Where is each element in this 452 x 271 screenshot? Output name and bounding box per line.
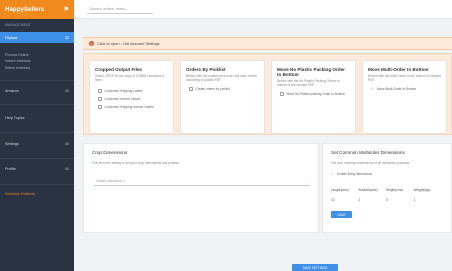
option-create-by-picklist[interactable]: Create orders by picklist	[181, 85, 264, 93]
sidebar-item-amazon[interactable]: Amazon All	[0, 86, 74, 95]
save-settings-button[interactable]: SAVE SETTINGS	[292, 264, 338, 271]
sidebar-item-count: All	[65, 88, 69, 93]
sidebar-item-label: Help Topics	[5, 115, 25, 120]
more-icon: ⋮	[304, 179, 308, 183]
card-cropped-output: Cropped Output Files Select CROP for the…	[89, 60, 174, 134]
banner-text: Click to open - Get Assured Settings	[97, 41, 160, 46]
sidebar-item-count: 32	[64, 35, 69, 40]
sidebar-divider	[0, 80, 74, 81]
sidebar-divider	[0, 184, 74, 185]
close-icon[interactable]: ×	[89, 41, 94, 46]
option-label: Combined Shipping Invoice Labels	[104, 104, 154, 109]
sidebar-item-help-topics[interactable]: Help Topics	[0, 113, 74, 122]
topbar: Search orders, items...	[74, 0, 452, 19]
select-value: Custom dimension 1	[96, 179, 126, 183]
card-desc: Before with the No Plastic Packing Order…	[277, 79, 340, 88]
breadth-input[interactable]: 2	[359, 198, 387, 202]
dimensions-header: Length(cms) Breadth(cms) Height(cms) Wei…	[331, 188, 441, 192]
option-label: Combined Invoice Labels	[104, 96, 141, 101]
checkbox[interactable]	[189, 87, 193, 91]
option-multi-order-bottom[interactable]: ✓ Move Multi-Order In Bottom	[363, 85, 446, 93]
crop-dimensions-panel: Crop Dimensions Full when the setting to…	[83, 143, 319, 233]
custom-dimensions-panel: Set Common Multiorder Dimensions Get you…	[322, 143, 452, 233]
card-title: Move Multi-Order In Bottom	[368, 67, 429, 72]
card-desc: Before with the Multi-Order to the botto…	[368, 74, 441, 83]
card-title: Cropped Output Files	[95, 67, 142, 72]
sidebar-item-count: All	[65, 141, 69, 146]
sidebar-item-label: Flipkart	[5, 35, 18, 40]
sidebar-item-count: All	[65, 166, 69, 171]
settings-banner[interactable]: × Click to open - Get Assured Settings	[83, 37, 452, 50]
card-title: Move No Plastic Packing Order to Bottom	[277, 67, 345, 77]
checkbox[interactable]	[98, 105, 102, 109]
option-invoice-labels[interactable]: Combined Invoice Labels	[90, 95, 173, 103]
header-height: Height(cms)	[386, 188, 404, 192]
option-label: Create orders by picklist	[195, 86, 230, 91]
option-label: Combined Shipping Labels	[104, 88, 143, 93]
sidebar-subtitle: MANAGEMENT	[5, 23, 31, 27]
save-dimensions-button[interactable]: SAVE	[331, 211, 352, 218]
panel-desc: Get your common dimensions of all multio…	[331, 161, 411, 165]
card-desc: Select CROP for the copy of COMBO select…	[95, 74, 165, 83]
checkbox[interactable]	[98, 97, 102, 101]
option-no-plastic-bottom[interactable]: Move No Plastic packing Order to Bottom	[272, 90, 355, 98]
flag-icon: ⚑	[63, 7, 69, 13]
card-desc: Before with the created pick-order will …	[186, 74, 257, 83]
height-input[interactable]: 3	[386, 198, 414, 202]
sidebar-item-label: Profile	[5, 166, 16, 171]
enable-dimensions-toggle[interactable]: ✓ Enable fixing dimensions	[323, 170, 451, 178]
length-input[interactable]: 10	[331, 198, 359, 202]
checkbox[interactable]	[98, 89, 102, 93]
dimensions-values: 10 2 3 1	[331, 198, 441, 202]
sidebar-divider	[0, 104, 74, 105]
checkmark-icon[interactable]: ✓	[371, 87, 374, 91]
panel-desc: Full when the setting to set your crop d…	[92, 161, 180, 165]
weight-input[interactable]: 1	[414, 198, 442, 202]
sidebar-subitem-process-orders[interactable]: Process Orders	[0, 53, 74, 57]
sidebar-item-label: Settings	[5, 141, 19, 146]
sidebar-item-label: Amazon	[5, 88, 19, 93]
dimensions-grid: Length(cms) Breadth(cms) Height(cms) Wei…	[331, 188, 441, 202]
sidebar: HappySellers ⚑ MANAGEMENT Flipkart 32 Pr…	[0, 0, 74, 271]
checkbox[interactable]	[280, 92, 284, 96]
option-label: Move Multi-Order In Bottom	[376, 86, 417, 91]
header-length: Length(cms)	[331, 188, 349, 192]
panel-title: Set Common Multiorder Dimensions	[331, 150, 405, 155]
card-no-plastic-packing: Move No Plastic Packing Order to Bottom …	[271, 60, 356, 134]
options-panel: Cropped Output Files Select CROP for the…	[83, 53, 452, 135]
option-shipping-labels[interactable]: Combined Shipping Labels	[90, 87, 173, 95]
sidebar-item-profile[interactable]: Profile All	[0, 164, 74, 173]
option-label: Move No Plastic packing Order to Bottom	[286, 91, 345, 96]
crop-dimension-select[interactable]: Custom dimension 1 ⋮	[94, 179, 310, 186]
sidebar-item-settings[interactable]: Settings All	[0, 139, 74, 148]
card-multi-order-bottom: Move Multi-Order In Bottom Before with t…	[362, 60, 447, 134]
brand-header[interactable]: HappySellers ⚑	[0, 0, 74, 19]
brand-name: HappySellers	[5, 6, 45, 13]
card-title: Orders By Picklist	[186, 67, 226, 72]
sidebar-subitem-return-inventory[interactable]: Return Inventory	[0, 66, 74, 70]
checkmark-icon[interactable]: ✓	[331, 172, 334, 176]
app-root: HappySellers ⚑ MANAGEMENT Flipkart 32 Pr…	[0, 0, 452, 271]
sidebar-divider	[0, 132, 74, 133]
option-label: Enable fixing dimensions	[336, 172, 373, 176]
sidebar-divider	[0, 158, 74, 159]
card-orders-by-picklist: Orders By Picklist Before with the creat…	[180, 60, 265, 134]
option-shipping-invoice-labels[interactable]: Combined Shipping Invoice Labels	[90, 103, 173, 111]
header-breadth: Breadth(cms)	[358, 188, 378, 192]
sidebar-subitem-invoice-inventory[interactable]: Invoice Inventory	[0, 59, 74, 63]
panel-title: Crop Dimensions	[92, 150, 128, 155]
sidebar-footer-link[interactable]: Schedule Features	[5, 192, 35, 196]
sidebar-item-flipkart[interactable]: Flipkart 32	[0, 32, 74, 43]
search-input[interactable]: Search orders, items...	[87, 4, 153, 14]
header-weight: Weight(kgs)	[413, 188, 431, 192]
